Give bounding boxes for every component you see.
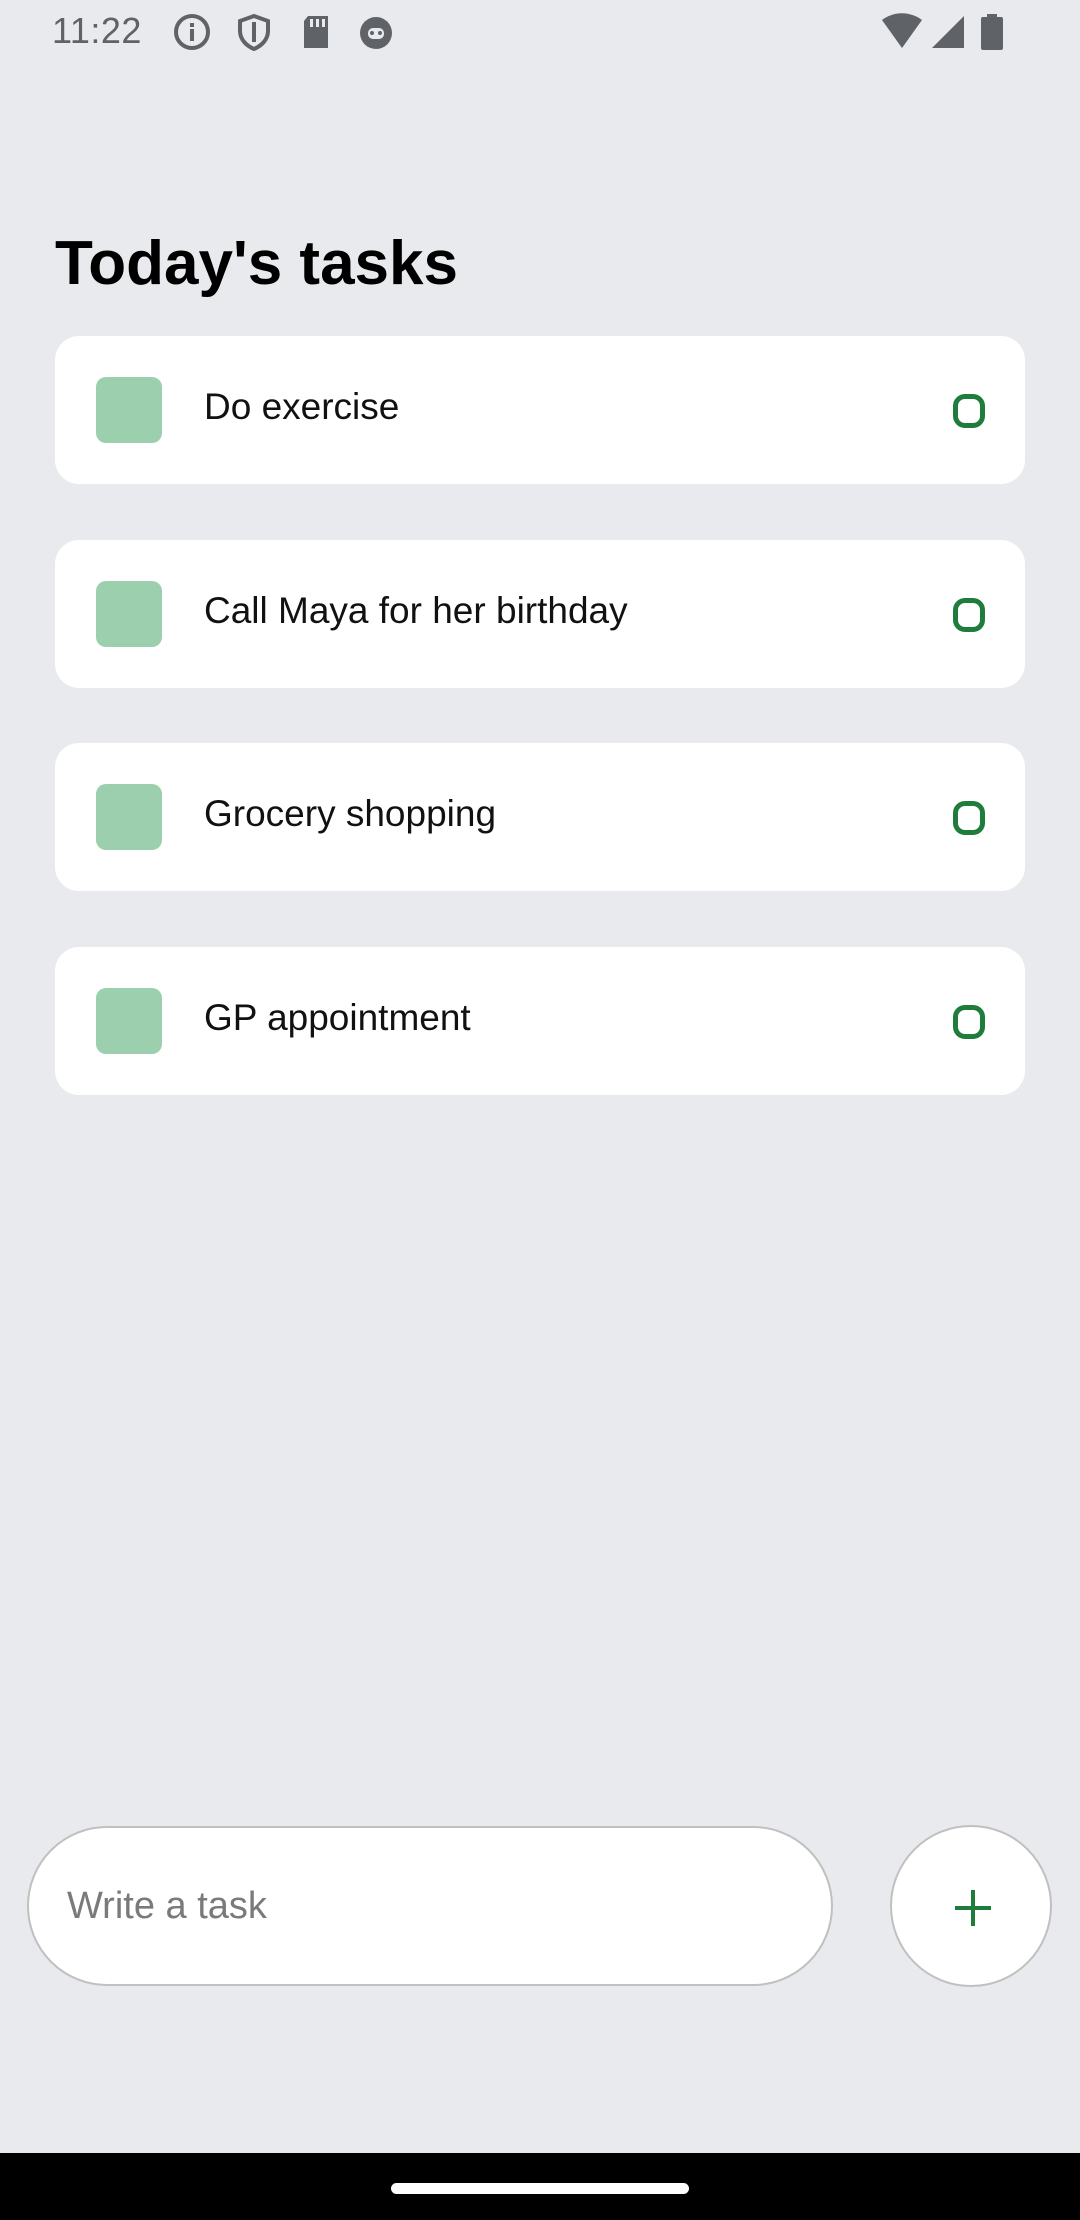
sd-card-icon [296,12,336,52]
battery-icon [978,12,1006,52]
cellular-signal-icon [928,12,968,52]
home-gesture-handle[interactable] [391,2183,689,2194]
shield-icon [234,12,274,52]
status-time: 11:22 [52,10,142,51]
task-card[interactable]: Call Maya for her birthday [55,540,1025,688]
task-label: Grocery shopping [204,793,497,834]
circle-icon[interactable] [953,1005,985,1039]
task-checkbox[interactable] [96,784,162,850]
task-checkbox[interactable] [96,377,162,443]
task-checkbox[interactable] [96,581,162,647]
task-label: Do exercise [204,386,400,427]
circle-icon[interactable] [953,394,985,428]
status-bar: 11:22 [0,0,1080,66]
task-input[interactable] [27,1826,833,1986]
circle-icon[interactable] [953,598,985,632]
task-label: Call Maya for her birthday [204,590,628,631]
wifi-icon [880,12,924,52]
task-card[interactable]: GP appointment [55,947,1025,1095]
task-card[interactable]: Do exercise [55,336,1025,484]
plus-icon [955,1890,991,1926]
add-task-button[interactable] [890,1825,1052,1987]
task-checkbox[interactable] [96,988,162,1054]
info-icon [172,12,212,52]
circle-icon[interactable] [953,801,985,835]
task-card[interactable]: Grocery shopping [55,743,1025,891]
page-title: Today's tasks [55,229,458,298]
robot-face-icon [356,12,396,52]
task-label: GP appointment [204,997,471,1038]
